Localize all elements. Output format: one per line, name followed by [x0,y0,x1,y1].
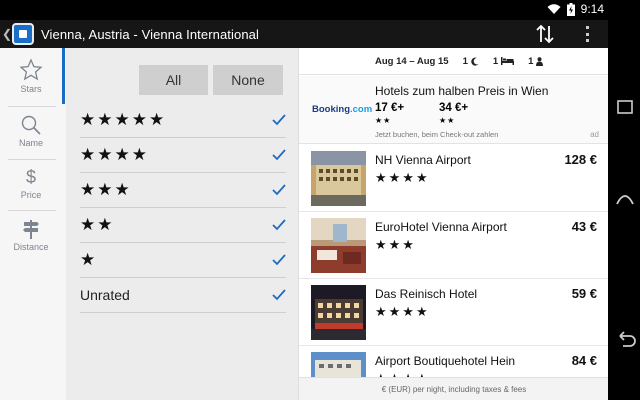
divider [8,159,56,160]
unrated-label: Unrated [80,287,130,303]
rooms-value: 1 [492,55,499,67]
ad-subtext: Jetzt buchen, beim Check-out zahlen [375,130,499,139]
booking-logo: Booking.com [312,104,372,115]
rail-item-distance[interactable]: Distance [0,214,62,264]
star-outline-icon [19,58,43,81]
checkmark-icon[interactable] [272,149,286,161]
rail-item-name[interactable]: Name [0,110,62,160]
hotel-name: NH Vienna Airport [375,153,471,167]
sponsored-ad[interactable]: Booking.com Hotels zum halben Preis in W… [299,76,608,144]
back-chevron-icon[interactable]: ❮ [2,27,12,41]
star-filter-list: ★★★★★ ★★★★ ★★★ ★★ ★ Unrated [80,103,286,313]
select-none-button[interactable]: None [213,65,283,95]
price-footnote: € (EUR) per night, including taxes & fee… [299,377,608,400]
ad-headline: Hotels zum halben Preis in Wien [375,84,549,98]
ad-price-2: 34 €+ [439,102,469,114]
app-icon[interactable] [12,23,34,45]
filter-row-unrated[interactable]: Unrated [80,278,286,313]
filter-row-1-star[interactable]: ★ [80,243,286,278]
ad-stars-1: ★★ [375,116,392,125]
nights-count: 1 [463,56,479,67]
hotel-results-list: Aug 14 – Aug 15 1 1 1 Booking.com Hotels… [298,48,608,400]
hotel-photo [311,285,366,340]
hotel-price: 128 € [564,152,597,167]
hotel-row[interactable]: Das Reinisch Hotel ★★★★ 59 € [299,279,608,346]
checkmark-icon[interactable] [272,184,286,196]
rail-label: Price [20,190,42,200]
bed-icon [501,57,515,65]
star-rating: ★★★ [80,180,132,199]
ad-tag: ad [590,130,599,139]
signpost-icon [23,220,39,239]
date-summary-bar[interactable]: Aug 14 – Aug 15 1 1 1 [299,48,608,75]
hotel-name: EuroHotel Vienna Airport [375,220,507,234]
hotel-price: 43 € [571,219,597,234]
status-time: 9:14 [580,2,604,16]
star-rating: ★★★★ [80,145,149,164]
checkmark-icon[interactable] [272,114,286,126]
hotel-photo [311,151,366,206]
star-rating: ★★★★★ [80,110,167,129]
divider [8,106,56,107]
recents-icon[interactable] [614,96,636,118]
brand-name: Booking [312,104,350,115]
star-rating: ★ [80,250,98,269]
hotel-stars: ★★★★ [375,170,430,185]
rail-label: Distance [13,242,49,252]
hotel-row[interactable]: NH Vienna Airport ★★★★ 128 € [299,145,608,212]
hotel-price: 59 € [571,286,597,301]
guests-count: 1 [528,55,544,67]
divider [8,210,56,211]
dollar-icon: $ [25,167,36,187]
filter-row-3-stars[interactable]: ★★★ [80,173,286,208]
magnifier-icon [21,115,41,135]
checkmark-icon[interactable] [272,289,286,301]
ad-price-1: 17 €+ [375,102,405,114]
system-nav-bar [608,0,640,400]
checkmark-icon[interactable] [272,219,286,231]
select-all-button[interactable]: All [139,65,208,95]
hotel-row[interactable]: EuroHotel Vienna Airport ★★★ 43 € [299,212,608,279]
sort-icon[interactable] [534,24,556,44]
rail-label: Name [18,138,43,148]
rooms-count: 1 [492,55,515,67]
page-title: Vienna, Austria - Vienna International [41,26,259,42]
action-bar: ❮ Vienna, Austria - Vienna International [0,20,608,48]
star-filter-panel: All None ★★★★★ ★★★★ ★★★ ★★ ★ Unrated [66,48,298,400]
content-area: Stars Name $ Price Distance All None ★★★… [0,48,608,400]
checkmark-icon[interactable] [272,254,286,266]
battery-icon [566,2,575,16]
moon-icon [471,57,479,66]
hotel-photo [311,218,366,273]
rail-item-stars[interactable]: Stars [0,56,62,106]
date-range: Aug 14 – Aug 15 [375,55,449,67]
filter-row-4-stars[interactable]: ★★★★ [80,138,286,173]
star-rating: ★★ [80,215,115,234]
rail-label: Stars [20,84,42,94]
filter-row-5-stars[interactable]: ★★★★★ [80,103,286,138]
filter-row-2-stars[interactable]: ★★ [80,208,286,243]
hotel-price: 84 € [571,353,597,368]
rail-selection-indicator [62,48,65,104]
wifi-icon [547,4,561,14]
hotel-name: Airport Boutiquehotel Hein [375,354,516,368]
hotel-stars: ★★★ [375,237,416,252]
nights-value: 1 [462,55,468,67]
person-icon [536,56,544,66]
hotel-name: Das Reinisch Hotel [375,287,478,301]
home-icon[interactable] [614,186,636,208]
overflow-menu-icon[interactable] [584,26,590,42]
brand-suffix: .com [350,104,373,115]
guests-value: 1 [528,55,534,67]
back-icon[interactable] [614,328,636,350]
rail-item-price[interactable]: $ Price [0,162,62,212]
filter-rail: Stars Name $ Price Distance [0,48,66,400]
ad-stars-2: ★★ [439,116,456,125]
hotel-stars: ★★★★ [375,304,430,319]
status-bar: 9:14 [0,0,608,20]
